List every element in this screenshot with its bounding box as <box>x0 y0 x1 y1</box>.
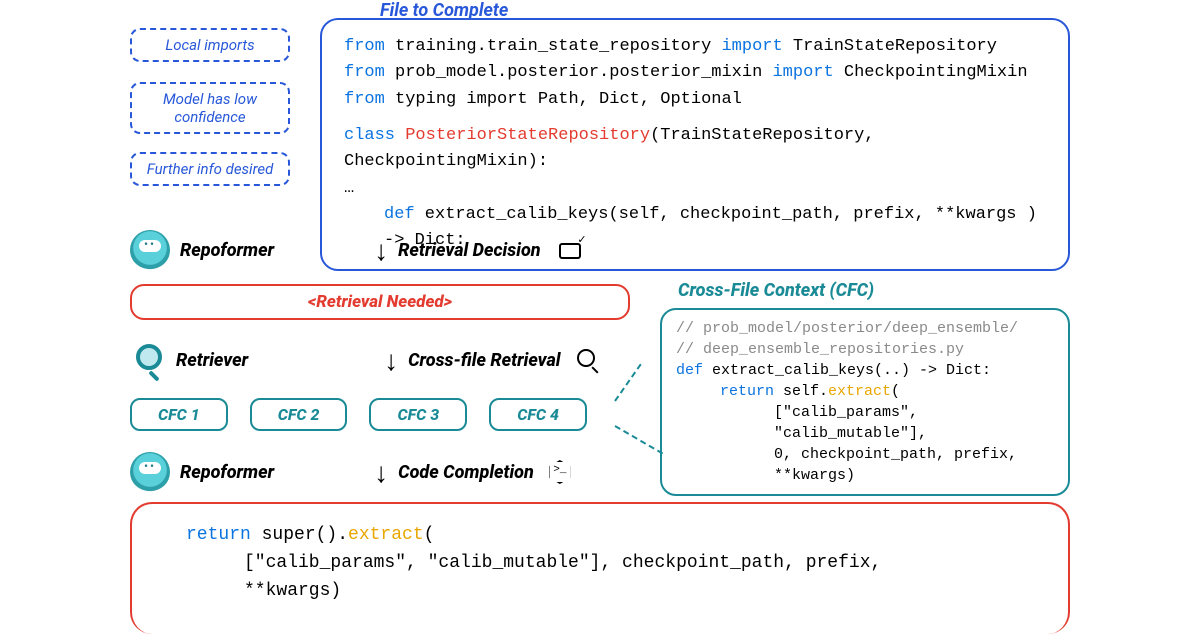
decision-icon <box>555 239 585 261</box>
code-line-2: from prob_model.posterior.posterior_mixi… <box>344 60 1046 86</box>
arrow-down-icon: ↓ <box>384 344 398 377</box>
cfc-row: CFC 1 CFC 2 CFC 3 CFC 4 <box>130 398 587 431</box>
robot-icon <box>130 230 170 270</box>
cfc-path-2: // deep_ensemble_repositories.py <box>676 339 1054 360</box>
completion-line-1: return super().extract( <box>162 522 1038 550</box>
completion-line-2: ["calib_params", "calib_mutable"], check… <box>162 550 1038 578</box>
cfc-2: CFC 2 <box>250 398 348 431</box>
code-completion-label: Code Completion <box>398 462 534 483</box>
step-retrieval-decision: Repoformer ↓ Retrieval Decision <box>130 230 1070 270</box>
code-line-3: from typing import Path, Dict, Optional <box>344 87 1046 113</box>
retrieval-decision-label: Retrieval Decision <box>398 240 540 261</box>
cfc-return-line: return self.extract( <box>676 381 1054 402</box>
retriever-label: Retriever <box>176 350 248 371</box>
robot-icon <box>130 452 170 492</box>
cfc-path-1: // prob_model/posterior/deep_ensemble/ <box>676 318 1054 339</box>
code-line-dots: … <box>344 176 1046 202</box>
repoformer-label-2: Repoformer <box>180 462 274 483</box>
arrow-down-icon: ↓ <box>374 234 388 267</box>
completion-line-3: **kwargs) <box>162 578 1038 606</box>
note-low-confidence: Model has low confidence <box>130 82 290 134</box>
cfc-def-line: def extract_calib_keys(..) -> Dict: <box>676 360 1054 381</box>
code-line-class: class PosteriorStateRepository(TrainStat… <box>344 123 1046 176</box>
search-icon <box>575 347 601 373</box>
cfc-arg-1: ["calib_params", "calib_mutable"], <box>676 402 1054 444</box>
cfc-4: CFC 4 <box>489 398 587 431</box>
completion-box: return super().extract( ["calib_params",… <box>130 502 1070 634</box>
retrieval-needed-banner: <Retrieval Needed> <box>130 284 630 320</box>
cfc-3: CFC 3 <box>369 398 467 431</box>
note-further-info: Further info desired <box>130 152 290 186</box>
terminal-icon <box>548 460 572 484</box>
step-code-completion: Repoformer ↓ Code Completion <box>130 452 1070 492</box>
arrow-down-icon: ↓ <box>374 456 388 489</box>
retriever-icon <box>130 342 166 378</box>
code-line-1: from training.train_state_repository imp… <box>344 34 1046 60</box>
cfc-title: Cross-File Context (CFC) <box>678 280 874 301</box>
cfc-1: CFC 1 <box>130 398 228 431</box>
crossfile-retrieval-label: Cross-file Retrieval <box>408 350 560 371</box>
repoformer-label: Repoformer <box>180 240 274 261</box>
note-local-imports: Local imports <box>130 28 290 62</box>
